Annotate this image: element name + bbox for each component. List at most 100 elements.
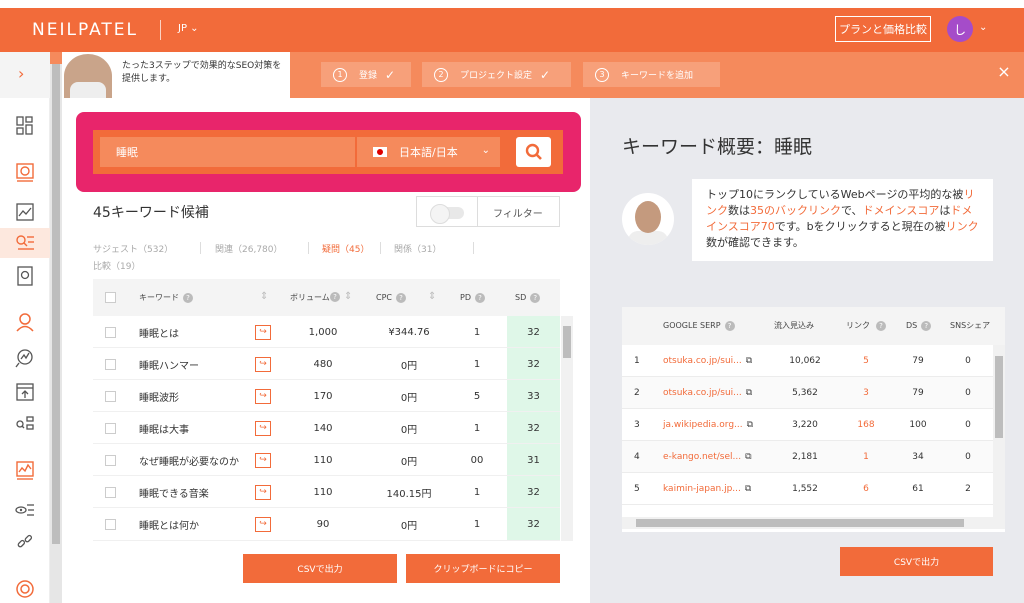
table-row[interactable]: 3 ja.wikipedia.org... ⧉ 3,220 168 100 0 bbox=[622, 409, 1005, 441]
tab-relations[interactable]: 関係（31） bbox=[394, 242, 441, 255]
external-link-icon[interactable]: ⧉ bbox=[747, 420, 753, 430]
select-all-checkbox[interactable] bbox=[105, 279, 116, 316]
close-icon[interactable]: × bbox=[992, 59, 1016, 83]
links-cell[interactable]: 168 bbox=[838, 409, 894, 441]
keyword-cell[interactable]: なぜ睡眠が必要なのか bbox=[139, 444, 239, 476]
view-list-icon[interactable] bbox=[14, 500, 36, 520]
filter-button[interactable]: フィルター bbox=[493, 205, 543, 220]
tab-suggest[interactable]: サジェスト（532） bbox=[93, 242, 173, 255]
keyword-cell[interactable]: 睡眠は大事 bbox=[139, 412, 189, 444]
column-serp[interactable]: GOOGLE SERP? bbox=[663, 307, 735, 344]
table-row[interactable]: 睡眠とは ↪ 1,000 ¥344.76 1 32 bbox=[93, 316, 560, 348]
external-link-icon[interactable]: ⧉ bbox=[746, 388, 752, 398]
step-3[interactable]: 3 キーワードを追加 bbox=[583, 62, 720, 87]
serp-url-link[interactable]: kaimin-japan.jp... bbox=[663, 484, 741, 494]
help-icon[interactable]: ? bbox=[876, 321, 886, 331]
external-link-icon[interactable]: ⧉ bbox=[745, 484, 751, 494]
sidebar-toggle[interactable]: › bbox=[0, 52, 50, 98]
table-row[interactable]: 2 otsuka.co.jp/sui... ⧉ 5,362 3 79 0 bbox=[622, 377, 1005, 409]
row-checkbox[interactable] bbox=[105, 358, 116, 370]
traffic-analyzer-icon[interactable] bbox=[14, 348, 36, 368]
content-ideas-icon[interactable] bbox=[14, 266, 36, 286]
link-icon[interactable] bbox=[14, 532, 36, 552]
table-row[interactable]: 睡眠は大事 ↪ 140 0円 1 32 bbox=[93, 412, 560, 444]
column-pd[interactable]: PD? bbox=[460, 279, 485, 316]
overview-csv-export-button[interactable]: CSVで出力 bbox=[840, 547, 993, 576]
serp-url-link[interactable]: otsuka.co.jp/sui... bbox=[663, 356, 742, 366]
help-icon[interactable]: ? bbox=[724, 320, 735, 331]
table-row[interactable]: 睡眠波形 ↪ 170 0円 5 33 bbox=[93, 380, 560, 412]
tab-questions[interactable]: 疑問（45） bbox=[322, 242, 369, 255]
language-dropdown[interactable]: 日本語/日本 ⌄ bbox=[357, 137, 500, 167]
lab-icon[interactable] bbox=[14, 414, 36, 434]
row-checkbox[interactable] bbox=[105, 422, 116, 434]
serp-table-hscrollbar-thumb[interactable] bbox=[636, 519, 964, 527]
row-checkbox[interactable] bbox=[105, 486, 116, 498]
share-arrow-icon[interactable]: ↪ bbox=[255, 452, 271, 468]
share-arrow-icon[interactable]: ↪ bbox=[255, 324, 271, 340]
table-row[interactable]: 睡眠できる音楽 ↪ 110 140.15円 1 32 bbox=[93, 476, 560, 508]
search-button[interactable] bbox=[516, 137, 551, 167]
sidebar-scrollbar-thumb[interactable] bbox=[52, 64, 60, 544]
row-checkbox[interactable] bbox=[105, 326, 116, 338]
column-social[interactable]: SNSシェア bbox=[950, 307, 994, 344]
keyword-table-scrollbar-thumb[interactable] bbox=[563, 326, 571, 358]
column-sd[interactable]: SD? bbox=[515, 279, 541, 316]
tab-comparisons[interactable]: 比較（19） bbox=[93, 259, 140, 272]
sort-icon[interactable]: ⇕ bbox=[344, 291, 352, 302]
table-row[interactable]: 1 otsuka.co.jp/sui... ⧉ 10,062 5 79 0 bbox=[622, 345, 1005, 377]
help-icon[interactable]: ? bbox=[183, 292, 193, 303]
keyword-cell[interactable]: 睡眠できる音楽 bbox=[139, 476, 209, 508]
help-icon[interactable]: ? bbox=[530, 292, 541, 303]
tab-related[interactable]: 関連（26,780） bbox=[215, 242, 283, 255]
chevron-down-icon[interactable]: ⌄ bbox=[979, 22, 987, 33]
table-row[interactable]: 睡眠とは何か ↪ 90 0円 1 32 bbox=[93, 508, 560, 541]
links-cell[interactable]: 3 bbox=[838, 377, 894, 409]
links-cell[interactable]: 6 bbox=[838, 473, 894, 505]
row-checkbox[interactable] bbox=[105, 518, 116, 530]
rank-tracker-icon[interactable] bbox=[14, 162, 36, 182]
table-row[interactable]: 5 kaimin-japan.jp... ⧉ 1,552 6 61 2 bbox=[622, 473, 1005, 505]
external-link-icon[interactable]: ⧉ bbox=[746, 356, 752, 366]
step-2[interactable]: 2 プロジェクト設定 ✓ bbox=[422, 62, 571, 87]
avatar[interactable]: し bbox=[947, 16, 973, 42]
logo[interactable]: NEILPATEL bbox=[32, 20, 138, 40]
backlinks-icon[interactable] bbox=[14, 312, 36, 332]
help-icon[interactable] bbox=[14, 579, 36, 599]
row-checkbox[interactable] bbox=[105, 390, 116, 402]
column-volume[interactable]: ボリューム bbox=[290, 279, 330, 316]
analytics-icon[interactable] bbox=[14, 460, 36, 480]
share-arrow-icon[interactable]: ↪ bbox=[255, 516, 271, 532]
filter-toggle[interactable] bbox=[430, 204, 464, 224]
help-icon[interactable]: ? bbox=[474, 292, 485, 303]
serp-url-link[interactable]: e-kango.net/sel... bbox=[663, 452, 741, 462]
step-1[interactable]: 1 登録 ✓ bbox=[321, 62, 411, 87]
help-icon[interactable]: ? bbox=[396, 292, 406, 303]
share-arrow-icon[interactable]: ↪ bbox=[255, 420, 271, 436]
share-arrow-icon[interactable]: ↪ bbox=[255, 356, 271, 372]
table-row[interactable]: 4 e-kango.net/sel... ⧉ 2,181 1 34 0 bbox=[622, 441, 1005, 473]
column-cpc[interactable]: CPC? bbox=[376, 279, 406, 316]
column-keyword[interactable]: キーワード? bbox=[139, 279, 193, 316]
dashboard-icon[interactable] bbox=[14, 116, 36, 136]
keyword-cell[interactable]: 睡眠ハンマー bbox=[139, 348, 199, 380]
table-row[interactable]: 睡眠ハンマー ↪ 480 0円 1 32 bbox=[93, 348, 560, 380]
serp-url-link[interactable]: otsuka.co.jp/sui... bbox=[663, 388, 742, 398]
keyword-cell[interactable]: 睡眠波形 bbox=[139, 380, 179, 412]
share-arrow-icon[interactable]: ↪ bbox=[255, 484, 271, 500]
external-link-icon[interactable]: ⧉ bbox=[745, 452, 751, 462]
csv-export-button[interactable]: CSVで出力 bbox=[243, 554, 397, 583]
language-selector[interactable]: JP ⌄ bbox=[178, 23, 199, 34]
row-checkbox[interactable] bbox=[105, 454, 116, 466]
serp-url-link[interactable]: ja.wikipedia.org... bbox=[663, 420, 743, 430]
sort-icon[interactable]: ⇕ bbox=[428, 291, 436, 302]
table-row[interactable]: なぜ睡眠が必要なのか ↪ 110 0円 00 31 bbox=[93, 444, 560, 476]
sort-icon[interactable]: ⇕ bbox=[260, 291, 268, 302]
column-traffic[interactable]: 流入見込み bbox=[774, 307, 814, 344]
pricing-button[interactable]: プランと価格比較 bbox=[835, 16, 931, 42]
column-ds[interactable]: DS? bbox=[906, 307, 932, 344]
serp-table-vscrollbar-thumb[interactable] bbox=[995, 356, 1003, 438]
site-audit-icon[interactable] bbox=[14, 202, 36, 222]
upload-report-icon[interactable] bbox=[14, 382, 36, 402]
links-cell[interactable]: 1 bbox=[838, 441, 894, 473]
